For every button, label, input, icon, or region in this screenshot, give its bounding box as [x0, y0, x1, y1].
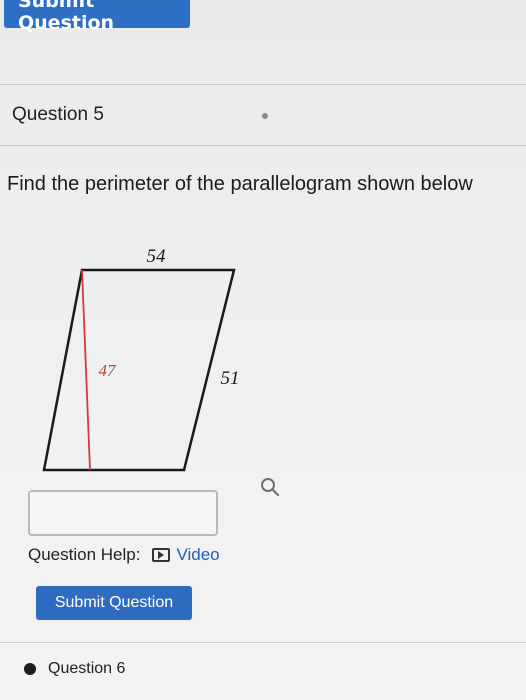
answer-input[interactable]	[28, 490, 218, 536]
divider	[0, 84, 526, 85]
height-label: 47	[99, 361, 118, 380]
next-question-item[interactable]: Question 6	[24, 660, 125, 678]
submit-question-button[interactable]: Submit Question	[36, 586, 192, 620]
next-question-label: Question 6	[48, 660, 126, 677]
parallelogram-shape	[42, 268, 236, 472]
question-prompt: Find the perimeter of the parallelogram …	[7, 173, 473, 195]
divider	[0, 642, 526, 643]
magnifier-icon[interactable]	[258, 475, 284, 501]
top-submit-question-button[interactable]: Submit Question	[4, 0, 190, 34]
video-link-label: Video	[176, 545, 220, 564]
parallelogram-diagram: 54 47 51	[42, 246, 240, 472]
video-play-icon	[152, 548, 171, 562]
top-side-label: 54	[147, 246, 167, 267]
status-dot-icon	[262, 113, 268, 119]
slant-side-label: 51	[221, 368, 240, 389]
height-line	[81, 269, 91, 471]
video-help-link[interactable]: Video	[152, 545, 220, 565]
question-help: Question Help: Video	[28, 545, 220, 565]
question-title: Question 5	[12, 104, 104, 125]
bullet-dot-icon	[24, 663, 36, 675]
divider	[0, 145, 526, 146]
question-help-label: Question Help:	[28, 545, 141, 564]
